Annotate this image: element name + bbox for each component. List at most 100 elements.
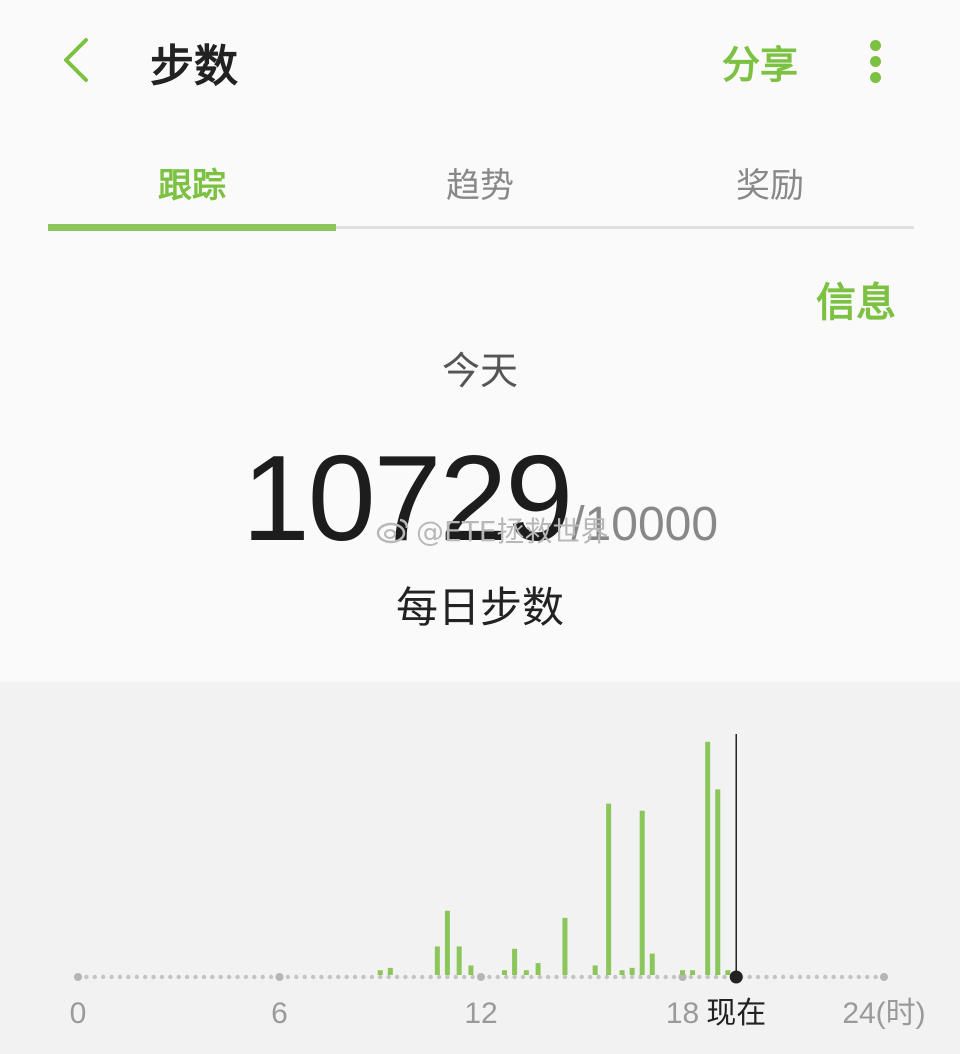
info-button[interactable]: 信息 bbox=[816, 270, 896, 328]
axis-dot bbox=[806, 974, 811, 980]
axis-dot bbox=[613, 974, 618, 980]
axis-dot bbox=[655, 974, 660, 980]
axis-dot bbox=[386, 974, 391, 980]
tab-active-indicator bbox=[48, 224, 336, 231]
axis-dot bbox=[226, 974, 232, 980]
axis-dot bbox=[848, 974, 853, 980]
axis-dot bbox=[545, 974, 551, 980]
date-label: 今天 bbox=[441, 349, 518, 393]
axis-dot bbox=[184, 974, 190, 980]
axis-dot bbox=[352, 974, 358, 980]
axis-dot bbox=[856, 974, 862, 980]
x-tick-label: 0 bbox=[70, 997, 87, 1030]
axis-dot bbox=[747, 974, 752, 980]
back-button[interactable] bbox=[48, 32, 104, 88]
axis-dot bbox=[260, 974, 265, 980]
axis-dot bbox=[470, 974, 475, 980]
axis-dot bbox=[310, 974, 316, 980]
axis-dot bbox=[109, 974, 114, 980]
axis-major-dot bbox=[74, 973, 82, 981]
axis-dot bbox=[117, 974, 123, 980]
axis-dot bbox=[168, 974, 173, 980]
axis-dot bbox=[537, 974, 542, 980]
axis-dot bbox=[378, 974, 383, 980]
axis-dot bbox=[520, 974, 526, 980]
page-title: 步数 bbox=[150, 41, 238, 92]
app-header: 步数 分享 bbox=[0, 0, 960, 120]
x-tick-label: 12 bbox=[464, 997, 497, 1030]
tab-rewards[interactable]: 奖励 bbox=[626, 140, 914, 224]
axis-dot bbox=[503, 974, 509, 980]
axis-dot bbox=[587, 974, 593, 980]
axis-dot bbox=[84, 974, 89, 980]
axis-dot bbox=[294, 974, 299, 980]
axis-major-dot bbox=[477, 973, 485, 981]
chevron-left-icon bbox=[64, 38, 88, 82]
axis-dot bbox=[789, 974, 794, 980]
axis-major-dot bbox=[880, 973, 888, 981]
hourly-steps-chart: 0 6 12 18 24(时) 现在 bbox=[0, 682, 960, 1054]
axis-dot bbox=[512, 974, 517, 980]
axis-dot bbox=[671, 974, 677, 980]
axis-dot bbox=[369, 974, 375, 980]
hourly-steps-chart-svg: 0 6 12 18 24(时) 现在 bbox=[70, 734, 926, 1031]
axis-dot bbox=[554, 974, 559, 980]
axis-dot bbox=[814, 974, 820, 980]
axis-dot bbox=[604, 974, 610, 980]
tab-bar: 跟踪 趋势 奖励 bbox=[48, 140, 914, 232]
axis-dot bbox=[252, 974, 257, 980]
axis-dot bbox=[722, 974, 727, 980]
axis-dot bbox=[629, 974, 635, 980]
axis-dot bbox=[361, 974, 366, 980]
axis-dot bbox=[865, 974, 870, 980]
x-tick-label: 24(时) bbox=[842, 997, 925, 1030]
tab-tracking[interactable]: 跟踪 bbox=[48, 140, 336, 224]
axis-dot bbox=[713, 974, 719, 980]
axis-dot bbox=[705, 974, 710, 980]
axis-dot bbox=[462, 974, 467, 980]
axis-dot bbox=[142, 974, 148, 980]
axis-dot bbox=[831, 974, 836, 980]
daily-steps-caption: 每日步数 bbox=[395, 583, 564, 632]
now-label: 现在 bbox=[706, 996, 766, 1031]
axis-dot bbox=[495, 974, 500, 980]
axis-dot bbox=[336, 974, 341, 980]
axis-dot bbox=[210, 974, 215, 980]
axis-dot bbox=[453, 974, 459, 980]
axis-dot bbox=[596, 974, 601, 980]
axis-dot bbox=[201, 974, 207, 980]
share-button[interactable]: 分享 bbox=[722, 34, 798, 89]
axis-dot bbox=[176, 974, 181, 980]
axis-dot bbox=[403, 974, 408, 980]
now-marker-dot bbox=[729, 970, 743, 984]
tab-trends[interactable]: 趋势 bbox=[336, 140, 624, 224]
axis-dot bbox=[797, 974, 803, 980]
axis-dot bbox=[327, 974, 333, 980]
axis-dot bbox=[529, 974, 534, 980]
axis-dot bbox=[100, 974, 106, 980]
axis-dot bbox=[646, 974, 652, 980]
axis-dot bbox=[126, 974, 131, 980]
watermark-text: @ETE拯救世界 bbox=[416, 515, 609, 548]
axis-dot bbox=[159, 974, 165, 980]
axis-dot bbox=[268, 974, 274, 980]
axis-dot bbox=[562, 974, 568, 980]
axis-dot bbox=[394, 974, 400, 980]
axis-dot bbox=[436, 974, 442, 980]
axis-dot bbox=[193, 974, 198, 980]
axis-dot bbox=[92, 974, 97, 980]
axis-dot bbox=[243, 974, 249, 980]
axis-dot bbox=[638, 974, 643, 980]
axis-dot bbox=[621, 974, 626, 980]
axis-dot bbox=[411, 974, 417, 980]
axis-dot bbox=[781, 974, 786, 980]
axis-dot bbox=[579, 974, 584, 980]
axis-dot bbox=[697, 974, 702, 980]
axis-dot bbox=[688, 974, 694, 980]
axis-dot bbox=[663, 974, 668, 980]
axis-dot bbox=[428, 974, 433, 980]
axis-dot bbox=[420, 974, 425, 980]
axis-dot bbox=[487, 974, 492, 980]
axis-dot bbox=[285, 974, 291, 980]
more-options-button[interactable] bbox=[856, 32, 896, 92]
